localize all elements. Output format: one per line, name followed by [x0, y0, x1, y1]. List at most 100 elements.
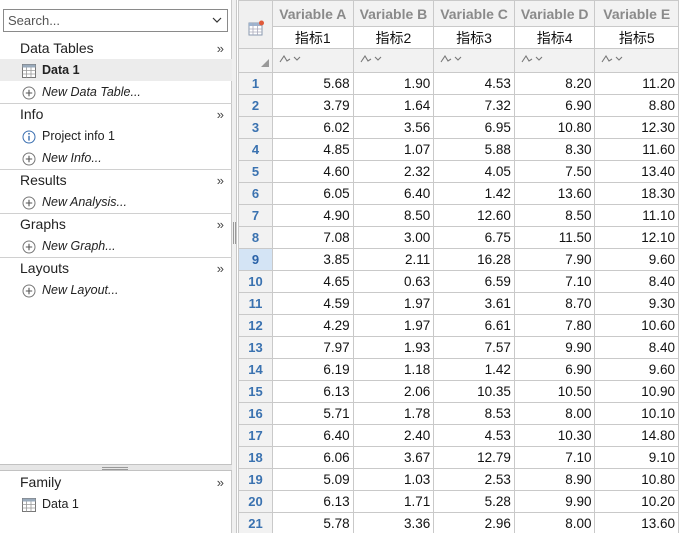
table-cell[interactable]: 8.80: [594, 94, 679, 117]
column-header-subtitle[interactable]: 指标5: [594, 26, 679, 49]
column-header-title[interactable]: Variable B: [352, 0, 435, 27]
row-number[interactable]: 15: [238, 380, 273, 403]
table-cell[interactable]: 4.05: [433, 160, 515, 183]
table-cell[interactable]: 10.60: [594, 314, 679, 337]
table-cell[interactable]: 7.90: [513, 248, 596, 271]
table-cell[interactable]: 1.42: [433, 182, 515, 205]
search-input[interactable]: [4, 10, 204, 31]
column-header-subtitle[interactable]: 指标1: [272, 26, 354, 49]
expand-icon[interactable]: »: [217, 214, 224, 235]
table-cell[interactable]: 8.50: [513, 204, 596, 227]
table-cell[interactable]: 7.10: [513, 446, 596, 469]
table-cell[interactable]: 1.07: [352, 138, 435, 161]
row-number[interactable]: 14: [238, 358, 273, 381]
table-cell[interactable]: 14.80: [594, 424, 679, 447]
table-cell[interactable]: 11.10: [594, 204, 679, 227]
column-format-control[interactable]: [272, 48, 354, 73]
row-number[interactable]: 6: [238, 182, 273, 205]
table-cell[interactable]: 1.97: [352, 314, 435, 337]
table-cell[interactable]: 11.20: [594, 72, 679, 95]
table-cell[interactable]: 12.60: [433, 204, 515, 227]
table-cell[interactable]: 7.57: [433, 336, 515, 359]
table-cell[interactable]: 6.61: [433, 314, 515, 337]
column-header-title[interactable]: Variable A: [272, 0, 354, 27]
table-cell[interactable]: 4.53: [433, 424, 515, 447]
table-cell[interactable]: 12.79: [433, 446, 515, 469]
table-cell[interactable]: 5.71: [272, 402, 354, 425]
table-cell[interactable]: 7.50: [513, 160, 596, 183]
column-format-control[interactable]: [352, 48, 435, 73]
table-corner[interactable]: [238, 0, 273, 49]
section-header-results[interactable]: Results »: [0, 170, 232, 191]
vertical-splitter[interactable]: [232, 0, 237, 533]
table-cell[interactable]: 9.10: [594, 446, 679, 469]
table-cell[interactable]: 6.95: [433, 116, 515, 139]
row-number[interactable]: 20: [238, 490, 273, 513]
table-cell[interactable]: 2.11: [352, 248, 435, 271]
expand-icon[interactable]: »: [217, 472, 224, 493]
table-cell[interactable]: 12.10: [594, 226, 679, 249]
nav-item-project-info-1[interactable]: Project info 1: [0, 125, 232, 147]
table-cell[interactable]: 4.90: [272, 204, 354, 227]
table-cell[interactable]: 6.13: [272, 490, 354, 513]
row-number[interactable]: 8: [238, 226, 273, 249]
table-cell[interactable]: 3.61: [433, 292, 515, 315]
table-cell[interactable]: 6.75: [433, 226, 515, 249]
table-cell[interactable]: 9.60: [594, 248, 679, 271]
nav-item-data-1[interactable]: Data 1: [0, 59, 232, 81]
table-cell[interactable]: 8.53: [433, 402, 515, 425]
table-cell[interactable]: 8.40: [594, 270, 679, 293]
table-cell[interactable]: 2.32: [352, 160, 435, 183]
search-box[interactable]: [3, 9, 228, 32]
table-cell[interactable]: 6.05: [272, 182, 354, 205]
column-header-title[interactable]: Variable C: [433, 0, 515, 27]
table-cell[interactable]: 5.68: [272, 72, 354, 95]
column-header-subtitle[interactable]: 指标3: [433, 26, 515, 49]
section-header-data-tables[interactable]: Data Tables »: [0, 38, 232, 59]
column-header-subtitle[interactable]: 指标2: [352, 26, 435, 49]
table-cell[interactable]: 2.06: [352, 380, 435, 403]
row-number[interactable]: 17: [238, 424, 273, 447]
table-cell[interactable]: 12.30: [594, 116, 679, 139]
table-cell[interactable]: 8.00: [513, 512, 596, 533]
table-cell[interactable]: 11.60: [594, 138, 679, 161]
table-cell[interactable]: 5.09: [272, 468, 354, 491]
table-cell[interactable]: 1.18: [352, 358, 435, 381]
section-header-family[interactable]: Family »: [0, 472, 232, 493]
table-cell[interactable]: 1.71: [352, 490, 435, 513]
table-cell[interactable]: 4.85: [272, 138, 354, 161]
table-cell[interactable]: 8.20: [513, 72, 596, 95]
table-cell[interactable]: 1.90: [352, 72, 435, 95]
select-all-corner[interactable]: [238, 48, 273, 73]
table-cell[interactable]: 1.42: [433, 358, 515, 381]
row-number[interactable]: 12: [238, 314, 273, 337]
row-number[interactable]: 2: [238, 94, 273, 117]
table-cell[interactable]: 3.36: [352, 512, 435, 533]
table-cell[interactable]: 8.70: [513, 292, 596, 315]
table-cell[interactable]: 6.02: [272, 116, 354, 139]
table-cell[interactable]: 1.64: [352, 94, 435, 117]
column-header-subtitle[interactable]: 指标4: [513, 26, 596, 49]
table-cell[interactable]: 10.80: [594, 468, 679, 491]
row-number[interactable]: 10: [238, 270, 273, 293]
nav-item-new-data-table[interactable]: New Data Table...: [0, 81, 232, 103]
expand-icon[interactable]: »: [217, 258, 224, 279]
table-cell[interactable]: 4.59: [272, 292, 354, 315]
table-cell[interactable]: 13.60: [594, 512, 679, 533]
row-number[interactable]: 4: [238, 138, 273, 161]
table-cell[interactable]: 4.65: [272, 270, 354, 293]
column-format-control[interactable]: [513, 48, 596, 73]
table-cell[interactable]: 16.28: [433, 248, 515, 271]
table-cell[interactable]: 4.53: [433, 72, 515, 95]
table-cell[interactable]: 10.20: [594, 490, 679, 513]
row-number[interactable]: 5: [238, 160, 273, 183]
row-number[interactable]: 7: [238, 204, 273, 227]
table-cell[interactable]: 6.90: [513, 358, 596, 381]
expand-icon[interactable]: »: [217, 170, 224, 191]
expand-icon[interactable]: »: [217, 38, 224, 59]
table-cell[interactable]: 0.63: [352, 270, 435, 293]
table-cell[interactable]: 9.60: [594, 358, 679, 381]
row-number[interactable]: 19: [238, 468, 273, 491]
table-cell[interactable]: 6.40: [272, 424, 354, 447]
column-format-control[interactable]: [594, 48, 679, 73]
